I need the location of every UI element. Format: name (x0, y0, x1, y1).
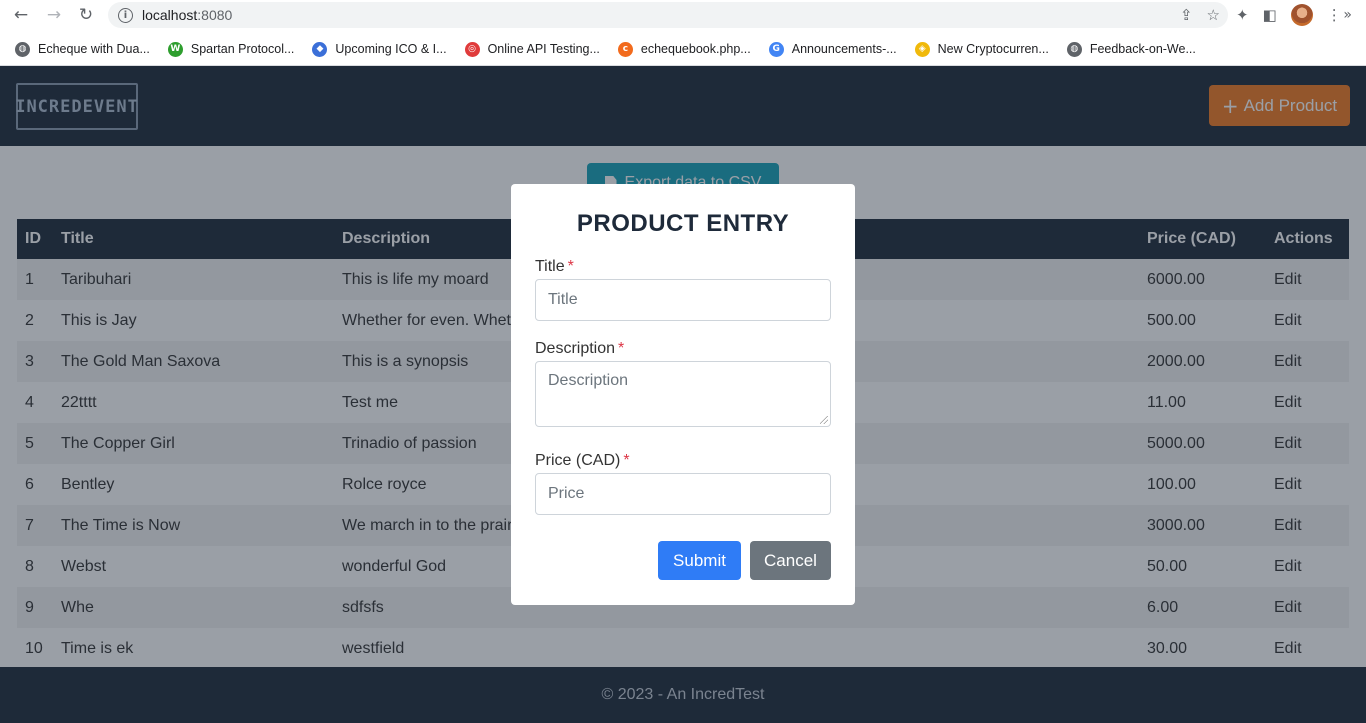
product-entry-modal: PRODUCT ENTRY Title * Title Description * … (511, 184, 855, 605)
bookmark-star-icon[interactable]: ☆ (1207, 6, 1220, 24)
browser-chrome: ← → ↻ i localhost:8080 ⇪ ☆ ✦ ◧ ⋮ ◍ Echequ… (0, 0, 1366, 66)
browser-right-tools: ✦ ◧ ⋮ (1236, 4, 1342, 26)
site-info-icon[interactable]: i (118, 7, 133, 23)
side-panel-icon[interactable]: ◧ (1263, 6, 1277, 24)
bookmark-item[interactable]: ◈ New Cryptocurren... (914, 41, 1049, 57)
url-text: localhost:8080 (142, 7, 233, 23)
reload-icon[interactable]: ↻ (74, 4, 98, 26)
bookmark-label: Upcoming ICO & I... (335, 42, 447, 56)
share-icon[interactable]: ⇪ (1180, 6, 1193, 24)
globe-icon: ◍ (15, 41, 30, 57)
price-input[interactable]: Price (535, 473, 831, 515)
resize-grip-icon[interactable] (820, 416, 828, 424)
submit-button[interactable]: Submit (658, 541, 741, 580)
extensions-puzzle-icon[interactable]: ✦ (1236, 6, 1249, 24)
bookmark-item[interactable]: ◍ Echeque with Dua... (15, 41, 150, 57)
browser-menu-icon[interactable]: ⋮ (1327, 6, 1342, 24)
bookmark-label: Feedback-on-We... (1089, 42, 1196, 56)
title-field-group: Title * Title (535, 258, 831, 321)
api-icon: ◎ (464, 41, 480, 57)
browser-toolbar: ← → ↻ i localhost:8080 ⇪ ☆ ✦ ◧ ⋮ (0, 0, 1366, 31)
title-label: Title * (535, 258, 574, 275)
required-asterisk: * (623, 452, 630, 469)
bookmark-item[interactable]: W Spartan Protocol... (167, 41, 295, 57)
price-field-group: Price (CAD) * Price (535, 452, 831, 515)
cpanel-icon: c (617, 41, 633, 57)
title-input[interactable]: Title (535, 279, 831, 321)
bookmark-label: Online API Testing... (487, 42, 600, 56)
binance-icon: ◈ (914, 41, 930, 57)
price-label: Price (CAD) * (535, 452, 630, 469)
cancel-button[interactable]: Cancel (750, 541, 831, 580)
bookmark-item[interactable]: c echequebook.php... (617, 41, 751, 57)
description-textarea[interactable]: Description (535, 361, 831, 427)
omnibox-actions: ⇪ ☆ (1180, 6, 1220, 24)
description-placeholder: Description (548, 372, 629, 389)
spartan-icon: W (167, 41, 183, 57)
modal-actions: Submit Cancel (658, 541, 831, 580)
bookmark-item[interactable]: ◍ Feedback-on-We... (1066, 41, 1196, 57)
back-arrow-icon[interactable]: ← (9, 4, 33, 26)
drop-icon: ◆ (312, 41, 328, 57)
bookmark-label: echequebook.php... (640, 42, 751, 56)
profile-avatar[interactable] (1290, 4, 1313, 26)
address-bar[interactable]: i localhost:8080 ⇪ ☆ (108, 2, 1228, 28)
bookmarks-overflow-icon[interactable]: » (1343, 7, 1352, 23)
globe-icon: ◍ (1066, 41, 1082, 57)
bookmark-label: New Cryptocurren... (937, 42, 1049, 56)
required-asterisk: * (567, 258, 574, 275)
required-asterisk: * (618, 340, 625, 357)
forward-arrow-icon[interactable]: → (42, 4, 66, 26)
modal-title: PRODUCT ENTRY (576, 210, 790, 237)
description-field-group: Description * Description (535, 340, 831, 427)
bookmark-label: Spartan Protocol... (190, 42, 295, 56)
g-icon: G (768, 41, 784, 57)
bookmark-label: Announcements-... (791, 42, 897, 56)
bookmark-item[interactable]: ◎ Online API Testing... (464, 41, 600, 57)
bookmarks-bar: ◍ Echeque with Dua... W Spartan Protocol...… (0, 34, 1366, 64)
description-label: Description * (535, 340, 625, 357)
bookmark-item[interactable]: G Announcements-... (768, 41, 897, 57)
bookmark-item[interactable]: ◆ Upcoming ICO & I... (312, 41, 447, 57)
bookmark-label: Echeque with Dua... (38, 42, 150, 56)
